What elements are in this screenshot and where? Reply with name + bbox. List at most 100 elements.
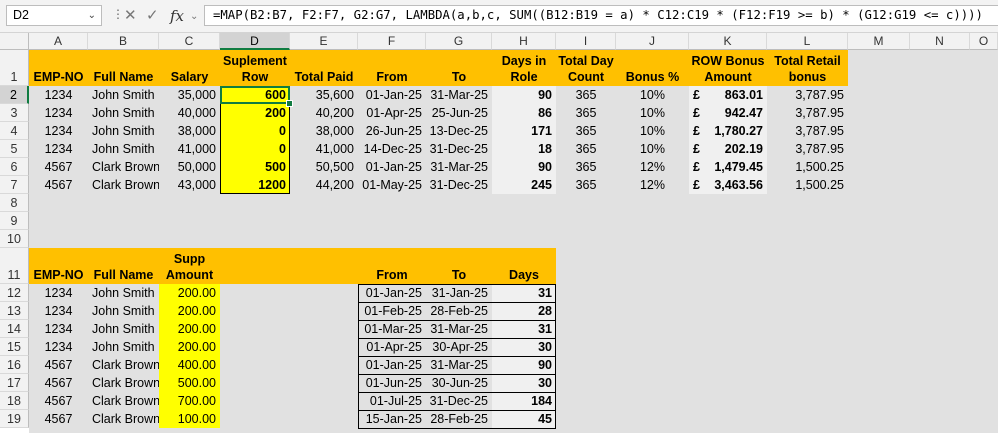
table1-cell[interactable]: 10%	[616, 86, 689, 104]
table1-cell[interactable]: 35,000	[159, 86, 220, 104]
table1-header-cell[interactable]: Suplement Row	[220, 50, 290, 86]
row-bonus-amount-cell[interactable]: £1,479.45	[689, 158, 767, 176]
table2-header-cell[interactable]: From	[358, 248, 426, 284]
table2-header-cell[interactable]: Supp Amount	[159, 248, 220, 284]
total-retail-bonus-cell[interactable]: 1,500.25	[767, 158, 848, 176]
table1-cell[interactable]: 365	[556, 140, 616, 158]
column-header-e[interactable]: E	[290, 33, 358, 50]
table2-cell[interactable]: John Smith	[88, 302, 159, 320]
more-icon[interactable]: ⋮	[112, 7, 124, 21]
column-header-d[interactable]: D	[220, 33, 290, 50]
table1-cell[interactable]: 0	[220, 140, 290, 158]
table2-cell[interactable]: 01-Jun-25	[358, 374, 426, 392]
table1-cell[interactable]: John Smith	[88, 122, 159, 140]
table1-cell[interactable]: 365	[556, 158, 616, 176]
table2-cell[interactable]: 31	[492, 320, 556, 338]
table2-cell[interactable]: 500.00	[159, 374, 220, 392]
table1-cell[interactable]: 26-Jun-25	[358, 122, 426, 140]
table1-header-cell[interactable]: EMP-NO	[29, 50, 88, 86]
row-bonus-amount-cell[interactable]: £3,463.56	[689, 176, 767, 194]
table1-cell[interactable]: 365	[556, 104, 616, 122]
row-header-11[interactable]: 11	[0, 248, 29, 284]
table2-cell[interactable]: 4567	[29, 374, 88, 392]
table2-cell[interactable]: Clark Brown	[88, 392, 159, 410]
total-retail-bonus-cell[interactable]: 3,787.95	[767, 140, 848, 158]
column-header-g[interactable]: G	[426, 33, 492, 50]
row-header-1[interactable]: 1	[0, 50, 29, 86]
row-header-6[interactable]: 6	[0, 158, 29, 176]
table2-cell[interactable]: 31-Mar-25	[426, 356, 492, 374]
table2-cell[interactable]: 30	[492, 338, 556, 356]
table1-cell[interactable]: 18	[492, 140, 556, 158]
table1-cell[interactable]: 12%	[616, 176, 689, 194]
row-header-8[interactable]: 8	[0, 194, 29, 212]
table1-cell[interactable]: 31-Dec-25	[426, 176, 492, 194]
column-header-o[interactable]: O	[970, 33, 998, 50]
row-header-17[interactable]: 17	[0, 374, 29, 392]
row-header-4[interactable]: 4	[0, 122, 29, 140]
table2-cell[interactable]: 4567	[29, 356, 88, 374]
select-all-corner[interactable]	[0, 33, 29, 50]
table2-cell[interactable]: 01-Jan-25	[358, 356, 426, 374]
total-retail-bonus-cell[interactable]: 3,787.95	[767, 86, 848, 104]
total-retail-bonus-cell[interactable]: 3,787.95	[767, 122, 848, 140]
enter-icon[interactable]: ✓	[146, 6, 159, 26]
table2-cell[interactable]: 01-Feb-25	[358, 302, 426, 320]
table1-cell[interactable]: 90	[492, 86, 556, 104]
table1-cell[interactable]: 38,000	[159, 122, 220, 140]
cancel-icon[interactable]: ✕	[124, 6, 137, 26]
table2-cell[interactable]: 28-Feb-25	[426, 410, 492, 428]
table2-cell[interactable]: 1234	[29, 284, 88, 302]
name-box[interactable]: D2 ⌄	[6, 5, 102, 26]
table1-cell[interactable]: 43,000	[159, 176, 220, 194]
table1-cell[interactable]: Clark Brown	[88, 158, 159, 176]
table1-cell[interactable]: John Smith	[88, 140, 159, 158]
table1-cell[interactable]: 10%	[616, 140, 689, 158]
insert-function-icon[interactable]: fx	[170, 6, 184, 26]
table2-cell[interactable]: 200.00	[159, 320, 220, 338]
column-header-b[interactable]: B	[88, 33, 159, 50]
column-header-l[interactable]: L	[767, 33, 848, 50]
table1-cell[interactable]: 14-Dec-25	[358, 140, 426, 158]
row-header-15[interactable]: 15	[0, 338, 29, 356]
table1-cell[interactable]: 13-Dec-25	[426, 122, 492, 140]
chevron-down-icon[interactable]: ⌄	[88, 6, 96, 25]
table2-cell[interactable]: 200.00	[159, 302, 220, 320]
table1-cell[interactable]: 10%	[616, 104, 689, 122]
table1-cell[interactable]: 31-Dec-25	[426, 140, 492, 158]
column-header-f[interactable]: F	[358, 33, 426, 50]
table1-cell[interactable]: 38,000	[290, 122, 358, 140]
table2-cell[interactable]: 100.00	[159, 410, 220, 428]
row-header-3[interactable]: 3	[0, 104, 29, 122]
table1-cell[interactable]: 500	[220, 158, 290, 176]
table2-cell[interactable]: 01-Apr-25	[358, 338, 426, 356]
table2-cell[interactable]: 1234	[29, 302, 88, 320]
table2-cell[interactable]: John Smith	[88, 320, 159, 338]
table1-header-cell[interactable]: Bonus %	[616, 50, 689, 86]
table1-cell[interactable]: 31-Mar-25	[426, 158, 492, 176]
table1-cell[interactable]: 41,000	[159, 140, 220, 158]
table2-cell[interactable]: 28	[492, 302, 556, 320]
total-retail-bonus-cell[interactable]: 1,500.25	[767, 176, 848, 194]
table1-header-cell[interactable]: ROW Bonus Amount	[689, 50, 767, 86]
table1-cell[interactable]: 40,000	[159, 104, 220, 122]
column-header-h[interactable]: H	[492, 33, 556, 50]
formula-input[interactable]: =MAP(B2:B7, F2:F7, G2:G7, LAMBDA(a,b,c, …	[204, 5, 998, 26]
table1-cell[interactable]: 50,500	[290, 158, 358, 176]
table1-header-cell[interactable]: Salary	[159, 50, 220, 86]
table2-cell[interactable]: Clark Brown	[88, 356, 159, 374]
table2-cell[interactable]: 4567	[29, 410, 88, 428]
row-bonus-amount-cell[interactable]: £202.19	[689, 140, 767, 158]
table1-cell[interactable]: 25-Jun-25	[426, 104, 492, 122]
active-cell-d2[interactable]: 600	[220, 86, 290, 104]
table1-cell[interactable]: Clark Brown	[88, 176, 159, 194]
table2-cell[interactable]: 1234	[29, 320, 88, 338]
table2-cell[interactable]: 700.00	[159, 392, 220, 410]
table1-cell[interactable]: 0	[220, 122, 290, 140]
row-bonus-amount-cell[interactable]: £1,780.27	[689, 122, 767, 140]
table1-cell[interactable]: 171	[492, 122, 556, 140]
table2-cell[interactable]: 15-Jan-25	[358, 410, 426, 428]
table2-cell[interactable]: John Smith	[88, 284, 159, 302]
table2-cell[interactable]: 90	[492, 356, 556, 374]
fx-dropdown-icon[interactable]: ⌄	[190, 7, 198, 27]
